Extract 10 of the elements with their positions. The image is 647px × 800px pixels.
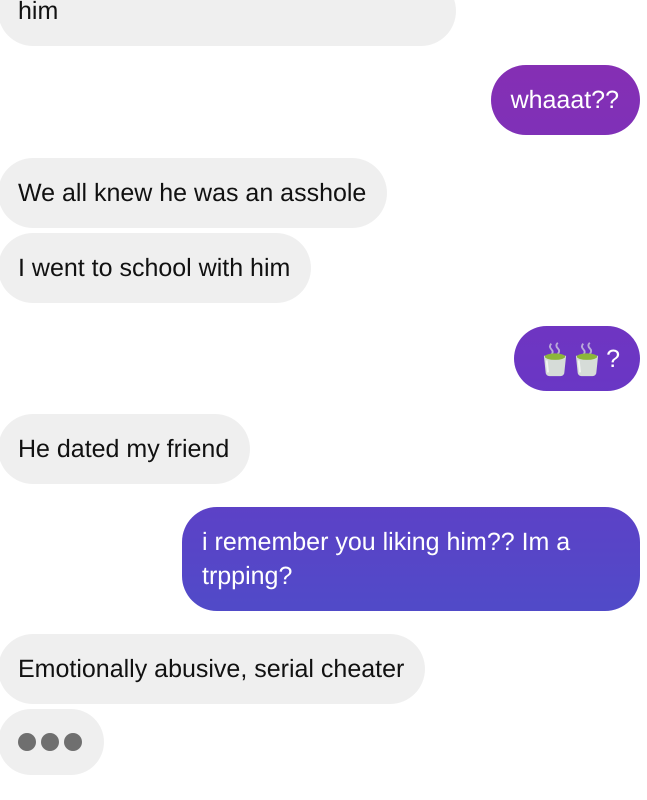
message-text: ? <box>606 344 620 374</box>
message-bubble: We all knew he was an asshole <box>0 158 388 228</box>
tea-cup-icon <box>574 340 600 377</box>
message-bubble: whaaat?? <box>490 65 640 135</box>
message-bubble: i remember you liking him?? Im a trpping? <box>182 507 640 611</box>
message-bubble: Emotionally abusive, serial cheater <box>0 634 426 704</box>
tea-cup-icon <box>542 340 568 377</box>
message-bubble: He dated my friend <box>0 414 250 484</box>
message-bubble: him <box>0 0 456 46</box>
message-bubble: I went to school with him <box>0 233 312 303</box>
